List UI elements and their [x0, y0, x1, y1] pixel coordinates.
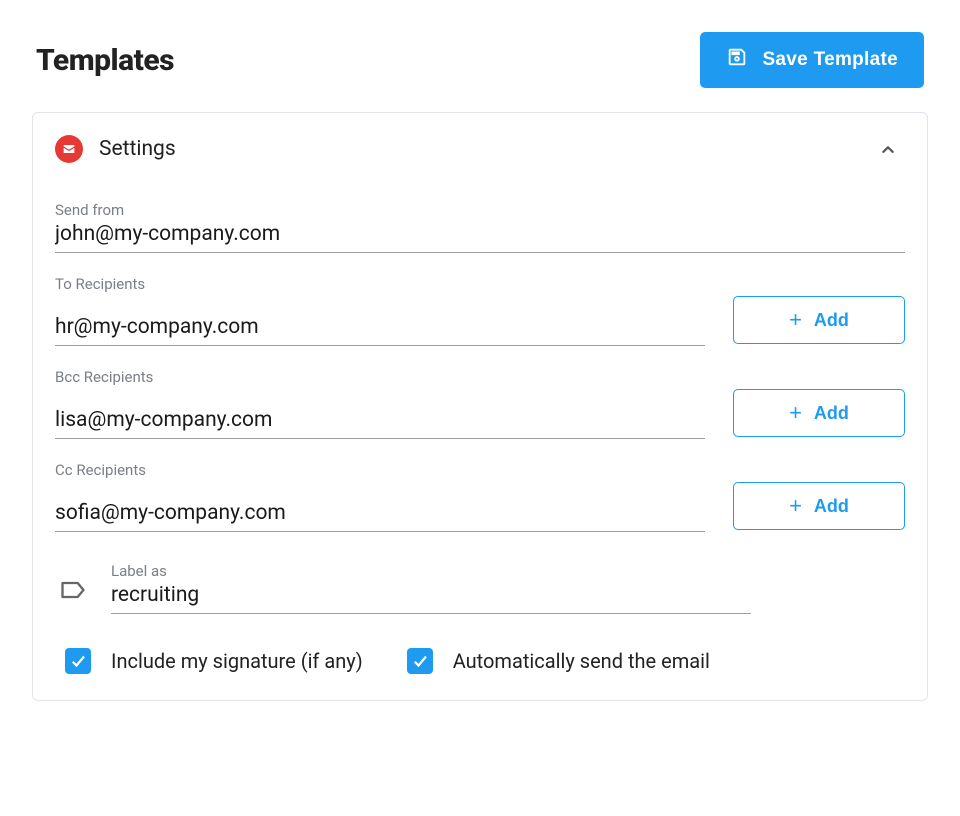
plus-icon: +: [789, 309, 802, 331]
include-signature-label: Include my signature (if any): [111, 649, 363, 673]
app-logo-icon: [55, 135, 83, 163]
save-template-button[interactable]: Save Template: [700, 32, 924, 88]
save-button-label: Save Template: [762, 49, 898, 71]
cc-recipients-label: Cc Recipients: [55, 461, 905, 479]
chevron-up-icon[interactable]: [877, 139, 899, 161]
to-recipients-input[interactable]: [55, 315, 705, 339]
cc-recipients-field: Cc Recipients + Add: [55, 461, 905, 532]
add-button-label: Add: [814, 403, 849, 424]
save-icon: [726, 46, 748, 74]
auto-send-label: Automatically send the email: [453, 649, 710, 673]
add-button-label: Add: [814, 310, 849, 331]
label-as-field: Label as: [55, 562, 905, 614]
settings-card: Settings Send from To Recipients + Add B…: [32, 112, 928, 701]
add-bcc-recipient-button[interactable]: + Add: [733, 389, 905, 437]
checkbox-row: Include my signature (if any) Automatica…: [55, 648, 905, 674]
cc-recipients-input[interactable]: [55, 501, 705, 525]
to-recipients-field: To Recipients + Add: [55, 275, 905, 346]
bcc-recipients-label: Bcc Recipients: [55, 368, 905, 386]
section-header[interactable]: Settings: [55, 133, 905, 179]
label-as-input[interactable]: [111, 583, 751, 607]
include-signature-option: Include my signature (if any): [65, 648, 363, 674]
auto-send-checkbox[interactable]: [407, 648, 433, 674]
to-recipients-label: To Recipients: [55, 275, 905, 293]
add-button-label: Add: [814, 496, 849, 517]
bcc-recipients-field: Bcc Recipients + Add: [55, 368, 905, 439]
page-header: Templates Save Template: [32, 32, 928, 88]
send-from-label: Send from: [55, 201, 905, 219]
section-title: Settings: [99, 137, 176, 161]
label-as-label: Label as: [111, 562, 751, 580]
add-to-recipient-button[interactable]: + Add: [733, 296, 905, 344]
plus-icon: +: [789, 402, 802, 424]
auto-send-option: Automatically send the email: [407, 648, 710, 674]
plus-icon: +: [789, 495, 802, 517]
include-signature-checkbox[interactable]: [65, 648, 91, 674]
send-from-field: Send from: [55, 201, 905, 253]
add-cc-recipient-button[interactable]: + Add: [733, 482, 905, 530]
bcc-recipients-input[interactable]: [55, 408, 705, 432]
tag-icon: [59, 576, 87, 604]
send-from-input[interactable]: [55, 222, 905, 246]
page-title: Templates: [36, 43, 174, 78]
